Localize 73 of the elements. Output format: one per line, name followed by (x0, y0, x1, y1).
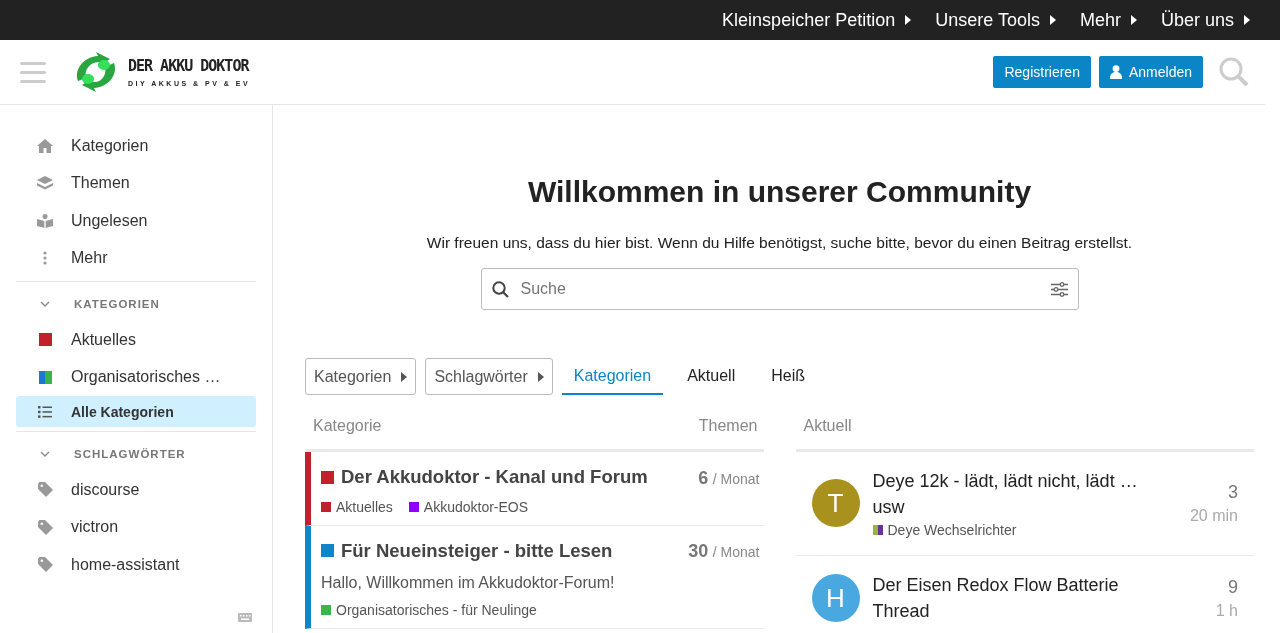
column-header: Aktuell (803, 417, 852, 435)
topic-category[interactable]: Deye Wechselrichter (872, 522, 1177, 538)
topic-title[interactable]: Der Eisen Redox Flow Batterie Thread (872, 572, 1203, 624)
category-title[interactable]: Für Neueinsteiger - bitte Lesen (321, 539, 613, 562)
collapse-icon[interactable] (40, 300, 50, 307)
category-color-icon (38, 370, 52, 384)
section-heading: KATEGORIEN (74, 297, 160, 310)
nav-tab[interactable]: Kategorien (561, 358, 664, 395)
top-nav-link[interactable]: Unsere Tools (935, 9, 1056, 31)
column-header: Kategorie (313, 417, 382, 435)
tag-icon (37, 482, 53, 498)
sidebar-tag[interactable]: home-assistant (16, 546, 256, 584)
filter-dropdown[interactable]: Kategorien (305, 358, 417, 395)
count-period: / Monat (712, 470, 760, 487)
caret-icon (1130, 15, 1137, 25)
search-icon (491, 280, 509, 298)
section-heading: SCHLAGWÖRTER (74, 447, 186, 460)
register-button[interactable]: Registrieren (993, 56, 1091, 88)
top-nav-link[interactable]: Kleinspeicher Petition (722, 9, 912, 31)
category-description: Hallo, Willkommen im Akkudoktor-Forum! (321, 574, 616, 592)
chevron-icon (40, 300, 50, 307)
more-icon (43, 251, 47, 266)
welcome-title: Willkommen in unserer Community (526, 175, 1033, 209)
welcome-text: Wir freuen uns, dass du hier bist. Wenn du Hilfe benötigst, suche bitte, bevor du einen Beitrag erstellst. (425, 234, 1134, 252)
sidebar-item[interactable]: Kategorien (16, 127, 256, 165)
sidebar-item[interactable]: Themen (16, 164, 256, 202)
layers-icon (37, 176, 53, 191)
column-header: Themen (698, 417, 758, 435)
top-nav-link[interactable]: Über uns (1160, 9, 1250, 31)
subcategory-link[interactable]: Akkudoktor-EOS (408, 498, 529, 515)
collapse-icon[interactable] (40, 450, 50, 457)
user-icon (1109, 65, 1122, 79)
caret-icon (1244, 15, 1250, 25)
topic-count: 6 (698, 467, 709, 488)
sidebar-item[interactable]: Ungelesen (16, 202, 256, 240)
sidebar-tag[interactable]: victron (16, 508, 256, 546)
chevron-icon (40, 450, 50, 457)
category-color-icon (38, 333, 52, 347)
tag-icon (37, 519, 53, 535)
tag-icon (37, 557, 53, 573)
caret-icon (401, 371, 408, 382)
sidebar-item[interactable]: Mehr (16, 239, 256, 277)
category-row[interactable]: Für Neueinsteiger - bitte Lesen 30 / Monat Hallo, Willkommen im Akkudoktor-Forum! Organisatorisches - für Neulinge (305, 525, 764, 629)
keyboard-icon[interactable] (238, 613, 252, 622)
reply-count: 3 (1227, 481, 1238, 503)
category-row[interactable]: Der Akkudoktor - Kanal und Forum 6 / Monat Aktuelles Akkudoktor-EOS (305, 452, 764, 526)
top-nav-link[interactable]: Mehr (1079, 9, 1137, 31)
nav-tab[interactable]: Heiß (759, 358, 817, 395)
sidebar-category[interactable]: Alle Kategorien (16, 396, 256, 427)
topic-title[interactable]: Deye 12k - lädt, lädt nicht, lädt … usw (872, 468, 1177, 520)
home-icon (37, 138, 53, 153)
sidebar-tag[interactable]: discourse (16, 471, 256, 509)
search-field[interactable]: Suche (480, 268, 1079, 310)
sidebar-category[interactable]: Organisatorisches … (16, 358, 256, 396)
topic-time: 20 min (1189, 506, 1238, 525)
reply-count: 9 (1227, 576, 1238, 598)
book-icon (37, 213, 53, 228)
login-button[interactable]: Anmelden (1098, 56, 1203, 88)
nav-tab[interactable]: Aktuell (675, 358, 748, 395)
list-icon (38, 405, 52, 418)
filter-settings-icon[interactable] (1050, 281, 1068, 297)
count-period: / Monat (712, 544, 760, 560)
subcategory-link[interactable]: Aktuelles (321, 498, 393, 515)
logo-title: DER AKKU DOKTOR (128, 57, 249, 75)
subcategory-link[interactable]: Organisatorisches - für Neulinge (321, 602, 537, 618)
topic-count: 30 (688, 541, 709, 561)
caret-icon (905, 15, 912, 25)
category-title[interactable]: Der Akkudoktor - Kanal und Forum (321, 466, 648, 488)
caret-icon (1049, 15, 1056, 25)
caret-icon (537, 371, 544, 382)
sidebar-category[interactable]: Aktuelles (16, 321, 256, 359)
topic-time: 1 h (1215, 601, 1238, 620)
filter-dropdown[interactable]: Schlagwörter (425, 358, 553, 395)
